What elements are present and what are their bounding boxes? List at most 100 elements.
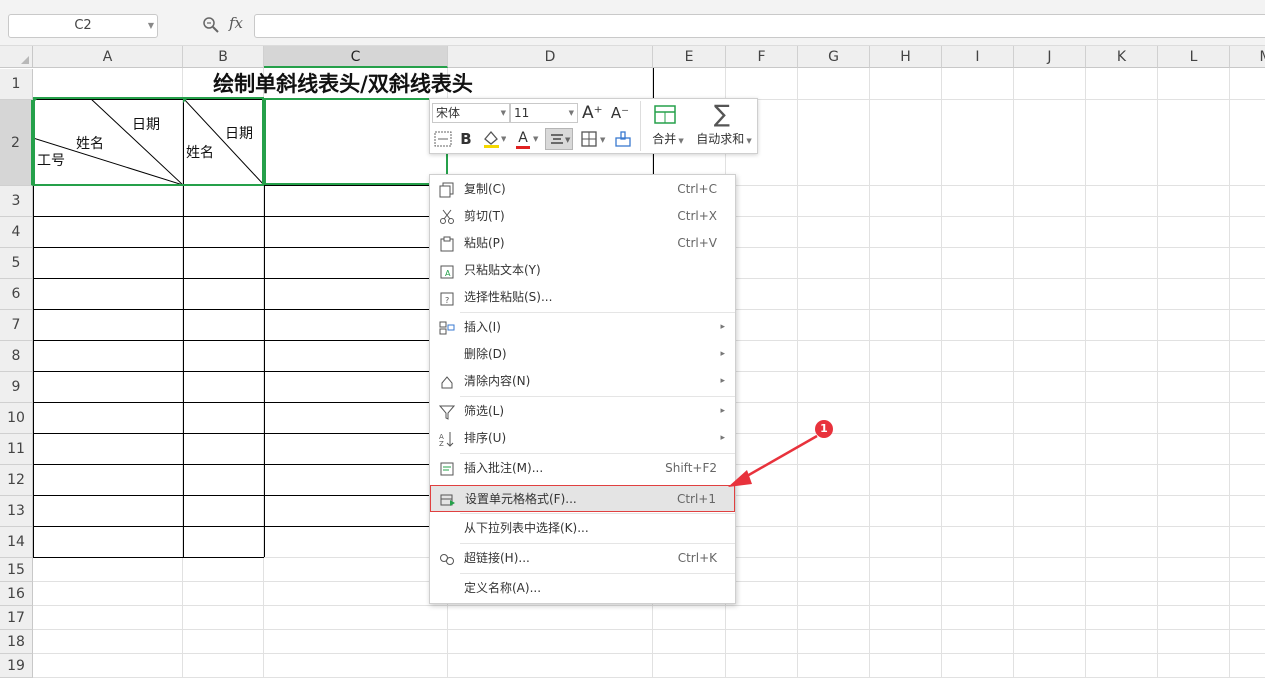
menu-item-13[interactable]: 从下拉列表中选择(K)... <box>430 515 735 542</box>
cell-marker <box>33 98 38 103</box>
menu-item-label: 超链接(H)... <box>464 551 530 565</box>
menu-item-12[interactable]: 设置单元格格式(F)... Ctrl+1 <box>430 485 735 512</box>
select-all-corner[interactable] <box>0 46 33 68</box>
column-header-i[interactable]: I <box>942 46 1014 68</box>
row-header-17[interactable]: 17 <box>0 606 33 630</box>
link-icon <box>440 554 454 565</box>
menu-item-label: 粘贴(P) <box>464 236 505 250</box>
menu-item-shortcut: Ctrl+K <box>677 551 717 565</box>
menu-item-7[interactable]: 删除(D) ▸ <box>430 341 735 368</box>
menu-item-9[interactable]: 筛选(L) ▸ <box>430 398 735 425</box>
svg-text:▼: ▼ <box>501 135 506 143</box>
row-header-9[interactable]: 9 <box>0 372 33 403</box>
autosum-button[interactable]: 自动求和 ▼ <box>692 129 756 151</box>
column-header-j[interactable]: J <box>1014 46 1086 68</box>
row-header-1[interactable]: 1 <box>0 69 33 100</box>
menu-item-14[interactable]: 超链接(H)... Ctrl+K <box>430 545 735 572</box>
sheet-title[interactable]: 绘制单斜线表头/双斜线表头 <box>33 68 653 99</box>
row-header-16[interactable]: 16 <box>0 582 33 606</box>
row-header-5[interactable]: 5 <box>0 248 33 279</box>
row-header-8[interactable]: 8 <box>0 341 33 372</box>
wrap-text-icon[interactable] <box>434 131 452 147</box>
menu-item-8[interactable]: 清除内容(N) ▸ <box>430 368 735 395</box>
column-header-c[interactable]: C <box>264 46 448 68</box>
row-header-12[interactable]: 12 <box>0 465 33 496</box>
merge-button[interactable]: 合并 ▼ <box>646 129 690 151</box>
menu-item-11[interactable]: 插入批注(M)... Shift+F2 <box>430 455 735 482</box>
row-header-15[interactable]: 15 <box>0 558 33 582</box>
font-color-swatch <box>516 146 530 149</box>
column-header-m[interactable]: M <box>1230 46 1265 68</box>
cell-border <box>33 495 453 496</box>
row-header-13[interactable]: 13 <box>0 496 33 527</box>
formula-input[interactable] <box>254 14 1265 38</box>
row-header-14[interactable]: 14 <box>0 527 33 558</box>
chevron-down-icon: ▼ <box>568 109 574 117</box>
context-menu: 复制(C) Ctrl+C 剪切(T) Ctrl+X 粘贴(P) Ctrl+V A 只粘贴文本(… <box>429 174 736 604</box>
svg-text:▼: ▼ <box>600 136 606 144</box>
selected-cell-c2[interactable] <box>264 98 448 185</box>
column-header-d[interactable]: D <box>448 46 653 68</box>
menu-item-label: 排序(U) <box>464 431 507 445</box>
menu-item-shortcut: Ctrl+1 <box>676 492 716 506</box>
menu-item-5[interactable]: ? 选择性粘贴(S)... <box>430 284 735 311</box>
chevron-down-icon[interactable]: ▼ <box>148 15 154 37</box>
gridline <box>941 68 942 678</box>
column-header-f[interactable]: F <box>726 46 798 68</box>
menu-item-6[interactable]: 插入(I) ▸ <box>430 314 735 341</box>
row-header-18[interactable]: 18 <box>0 630 33 654</box>
cut-icon <box>440 209 454 224</box>
row-header-19[interactable]: 19 <box>0 654 33 678</box>
merge-icon[interactable] <box>654 105 676 125</box>
menu-item-label: 复制(C) <box>464 182 506 196</box>
formula-bar: C2 ▼ fx <box>0 0 1265 46</box>
gridline <box>1229 68 1230 678</box>
svg-text:?: ? <box>445 296 449 305</box>
menu-item-label: 从下拉列表中选择(K)... <box>464 521 589 535</box>
row-header-3[interactable]: 3 <box>0 186 33 217</box>
menu-item-3[interactable]: 粘贴(P) Ctrl+V <box>430 230 735 257</box>
font-color-icon[interactable]: A <box>516 130 530 149</box>
increase-font-button[interactable]: A⁺ <box>582 103 603 123</box>
column-header-k[interactable]: K <box>1086 46 1158 68</box>
column-header-b[interactable]: B <box>183 46 264 68</box>
column-header-e[interactable]: E <box>653 46 726 68</box>
row-header-6[interactable]: 6 <box>0 279 33 310</box>
autosum-icon[interactable]: ∑ <box>710 99 734 129</box>
cell-border <box>33 433 453 434</box>
column-header-l[interactable]: L <box>1158 46 1230 68</box>
column-header-g[interactable]: G <box>798 46 870 68</box>
paste-icon <box>440 236 454 252</box>
font-size-select[interactable]: 11 ▼ <box>510 103 578 123</box>
menu-item-10[interactable]: A Z 排序(U) ▸ <box>430 425 735 452</box>
menu-item-15[interactable]: 定义名称(A)... <box>430 575 735 602</box>
a2-date-label: 日期 <box>132 117 160 133</box>
menu-item-4[interactable]: A 只粘贴文本(Y) <box>430 257 735 284</box>
menu-item-2[interactable]: 剪切(T) Ctrl+X <box>430 203 735 230</box>
gridline <box>1157 68 1158 678</box>
menu-item-1[interactable]: 复制(C) Ctrl+C <box>430 176 735 203</box>
column-header-a[interactable]: A <box>33 46 183 68</box>
decrease-font-button[interactable]: A⁻ <box>610 103 630 123</box>
row-header-4[interactable]: 4 <box>0 217 33 248</box>
name-box[interactable]: C2 ▼ <box>8 14 158 38</box>
fx-icon[interactable]: fx <box>229 14 243 32</box>
row-header-11[interactable]: 11 <box>0 434 33 465</box>
chevron-down-icon[interactable]: ▼ <box>533 135 538 143</box>
insert-icon <box>439 321 455 335</box>
fill-color-icon[interactable]: ▼ <box>482 129 506 149</box>
column-header-h[interactable]: H <box>870 46 942 68</box>
cell-border <box>33 309 453 310</box>
format-painter-icon[interactable] <box>614 130 632 148</box>
font-name-select[interactable]: 宋体 ▼ <box>432 103 510 123</box>
row-header-2[interactable]: 2 <box>0 100 33 186</box>
row-header-10[interactable]: 10 <box>0 403 33 434</box>
borders-icon[interactable]: ▼ <box>580 130 608 148</box>
menu-separator <box>460 573 735 574</box>
mini-toolbar: 宋体 ▼ 11 ▼ A⁺ A⁻ 合并 ▼ ∑ 自动求和 ▼ B ▼ A ▼ ▼ ▼ <box>429 98 758 154</box>
row-header-7[interactable]: 7 <box>0 310 33 341</box>
align-center-button[interactable]: ▼ <box>545 128 573 150</box>
bold-button[interactable]: B <box>458 129 474 149</box>
cell-border <box>33 247 453 248</box>
zoom-icon[interactable] <box>202 16 220 34</box>
